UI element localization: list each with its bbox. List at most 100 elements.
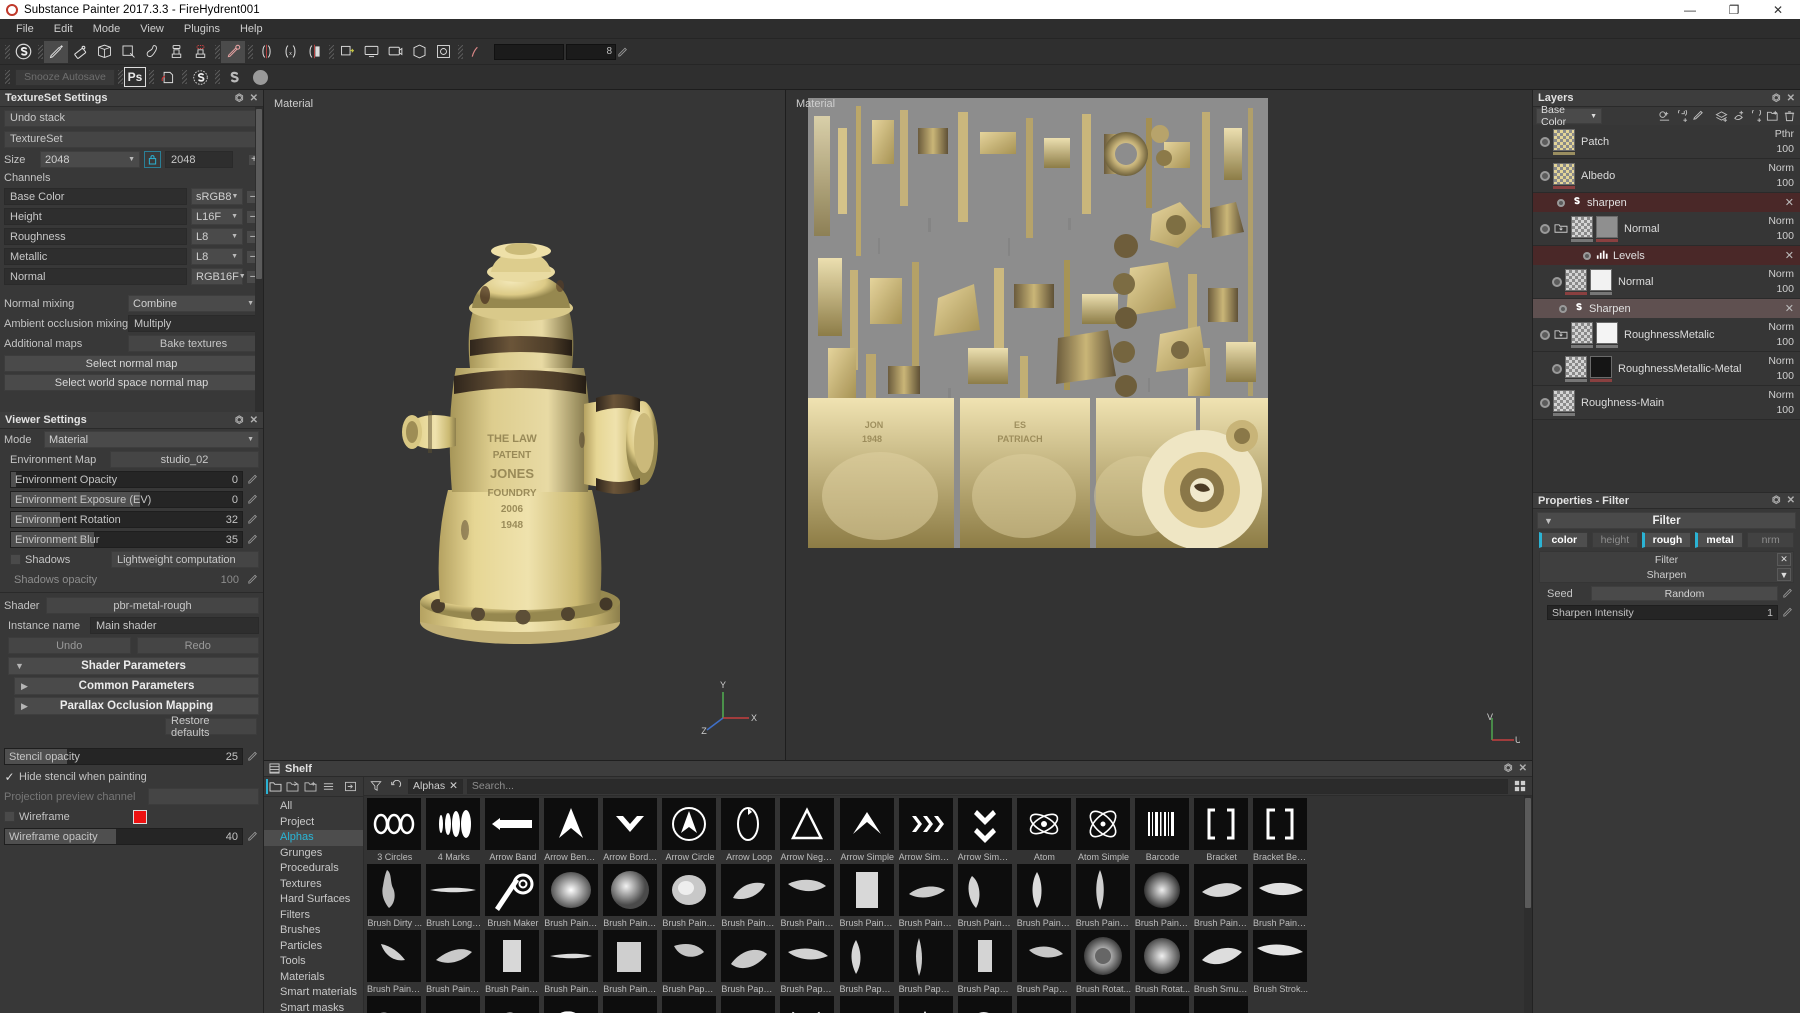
channel-format-roughness[interactable]: L8: [196, 231, 208, 243]
close-icon[interactable]: ✕: [1787, 495, 1795, 506]
shelf-list-icon[interactable]: [320, 779, 336, 794]
layer-visibility-toggle[interactable]: [1549, 276, 1565, 287]
shelf-item[interactable]: Brush Rotat...: [1075, 930, 1132, 996]
shelf-category-alphas[interactable]: Alphas: [264, 830, 363, 846]
reload-resource-icon[interactable]: [155, 66, 179, 88]
seed-value[interactable]: Random: [1591, 586, 1778, 601]
redo-button[interactable]: Redo: [136, 637, 259, 654]
shelf-item[interactable]: Brush Smud...: [1193, 930, 1249, 996]
shelf-item[interactable]: Arrow Borde...: [603, 798, 659, 864]
shelf-item[interactable]: Brush Paper...: [721, 930, 777, 996]
shelf-item[interactable]: Brush Paper...: [957, 930, 1013, 996]
shelf-item[interactable]: Brush Paint ...: [603, 864, 659, 930]
shelf-item[interactable]: Arrow Band: [485, 798, 541, 864]
size-value[interactable]: 2048: [45, 154, 69, 166]
shelf-item[interactable]: [721, 996, 777, 1013]
symmetry-mirror-icon[interactable]: [302, 41, 326, 63]
layer-visibility-toggle[interactable]: [1537, 397, 1553, 408]
layer-blend-opacity[interactable]: Norm 100: [1768, 214, 1800, 244]
reset-icon[interactable]: [388, 779, 404, 794]
display-settings-icon[interactable]: [359, 41, 383, 63]
layer-visibility-toggle[interactable]: [1537, 136, 1553, 147]
menu-file[interactable]: File: [6, 19, 44, 39]
toolbar-grip-3[interactable]: [213, 42, 220, 62]
shelf-item[interactable]: [662, 996, 718, 1013]
wireframe-opacity-edit-icon[interactable]: [247, 830, 259, 843]
shelf-item[interactable]: Atom Simple: [1075, 798, 1132, 864]
shelf-item[interactable]: Brush Paint ...: [957, 864, 1013, 930]
symmetry-tool-icon[interactable]: [254, 41, 278, 63]
toolbar2-grip[interactable]: [3, 67, 10, 87]
shelf-item[interactable]: [1193, 996, 1250, 1013]
layer-row-patch[interactable]: Patch Pthr 100: [1533, 125, 1800, 159]
sharpen-intensity-slider[interactable]: Sharpen Intensity 1: [1547, 605, 1778, 620]
layer-row-albedo[interactable]: Albedo Norm 100: [1533, 159, 1800, 193]
chip-nrm[interactable]: nrm: [1747, 532, 1794, 548]
shelf-item[interactable]: Brush Paper...: [662, 930, 718, 996]
add-fill-layer-icon[interactable]: [1713, 109, 1729, 124]
add-smart-material-icon[interactable]: [1747, 109, 1763, 124]
environment-exposure-edit-icon[interactable]: [247, 493, 259, 506]
effect-visibility-toggle[interactable]: [1583, 251, 1591, 260]
shelf-item[interactable]: Arrow Circle: [662, 798, 718, 864]
parallax-occlusion-mapping-section[interactable]: ▶ Parallax Occlusion Mapping: [14, 697, 259, 715]
add-effect-icon[interactable]: [1656, 109, 1672, 124]
shelf-item[interactable]: [780, 996, 836, 1013]
shelf-folder-icon[interactable]: [266, 779, 282, 794]
shelf-item[interactable]: Bracket Ben...: [1252, 798, 1308, 864]
layer-blend-opacity[interactable]: Norm 100: [1768, 354, 1800, 384]
toolbar2-grip-3[interactable]: [147, 67, 154, 87]
layer-visibility-toggle[interactable]: [1537, 223, 1553, 234]
shelf-item[interactable]: [544, 996, 600, 1013]
tag-close-icon[interactable]: ✕: [449, 780, 458, 792]
shelf-category-materials[interactable]: Materials: [264, 970, 363, 986]
layer-visibility-toggle[interactable]: [1549, 363, 1565, 374]
shelf-item[interactable]: Brush Paint ...: [898, 864, 954, 930]
shelf-item[interactable]: Brush Maker: [485, 864, 541, 930]
shelf-item[interactable]: Brush Paint ...: [1016, 864, 1072, 930]
menu-plugins[interactable]: Plugins: [174, 19, 230, 39]
shelf-item[interactable]: Brush Paint ...: [544, 864, 600, 930]
toolbar-grip[interactable]: [3, 42, 10, 62]
layer-mask-thumbnail[interactable]: [1596, 321, 1618, 348]
shelf-item[interactable]: Brush Paper...: [839, 930, 895, 996]
shelf-category-project[interactable]: Project: [264, 815, 363, 831]
select-world-space-normal-map-button[interactable]: Select world space normal map: [4, 374, 259, 391]
shelf-item[interactable]: Brush Paint ...: [780, 864, 836, 930]
shelf-item[interactable]: Brush Dirty ...: [367, 864, 423, 930]
layer-thumbnail[interactable]: [1553, 162, 1575, 189]
shelf-search-input[interactable]: Search...: [466, 778, 1508, 794]
shelf-item[interactable]: [1075, 996, 1132, 1013]
clone-source-tool-icon[interactable]: [188, 41, 212, 63]
sharpen-intensity-edit-icon[interactable]: [1782, 606, 1794, 619]
substance-source-icon[interactable]: [188, 66, 212, 88]
toolbar2-grip-5[interactable]: [213, 67, 220, 87]
environment-opacity-slider[interactable]: Environment Opacity 0: [10, 471, 243, 488]
effect-visibility-toggle[interactable]: [1559, 304, 1567, 313]
channel-name-height[interactable]: Height: [4, 208, 187, 225]
shelf-item[interactable]: Brush Paper...: [780, 930, 836, 996]
shelf-item[interactable]: Brush Long ...: [426, 864, 482, 930]
filter-slot[interactable]: Filter Sharpen ✕ ▼: [1539, 551, 1794, 583]
shelf-item[interactable]: Barcode: [1134, 798, 1191, 864]
shelf-item[interactable]: Brush Paint ...: [426, 930, 482, 996]
stencil-opacity-edit-icon[interactable]: [247, 750, 259, 763]
wireframe-color-swatch[interactable]: [133, 809, 147, 824]
menu-view[interactable]: View: [130, 19, 174, 39]
minimize-button[interactable]: —: [1668, 0, 1712, 19]
bake-textures-button[interactable]: Bake textures: [128, 335, 259, 352]
symmetry-axis-x-icon[interactable]: x: [278, 41, 302, 63]
shelf-item[interactable]: [957, 996, 1014, 1013]
close-icon[interactable]: ✕: [250, 93, 258, 104]
shelf-item[interactable]: Brush Paint ...: [367, 930, 423, 996]
environment-blur-slider[interactable]: Environment Blur 35: [10, 531, 243, 548]
shelf-item[interactable]: Brush Rotat...: [1134, 930, 1191, 996]
chip-rough[interactable]: rough: [1642, 532, 1691, 548]
undock-icon[interactable]: ⏣: [1772, 93, 1781, 104]
channel-selector[interactable]: Base Color ▼: [1536, 104, 1602, 128]
chip-height[interactable]: height: [1591, 532, 1639, 548]
shelf-item[interactable]: 3 Circles: [367, 798, 423, 864]
shelf-item[interactable]: Arrow Simpl...: [957, 798, 1013, 864]
filter-icon[interactable]: [368, 779, 384, 794]
shelf-item[interactable]: Brush Paint ...: [662, 864, 718, 930]
